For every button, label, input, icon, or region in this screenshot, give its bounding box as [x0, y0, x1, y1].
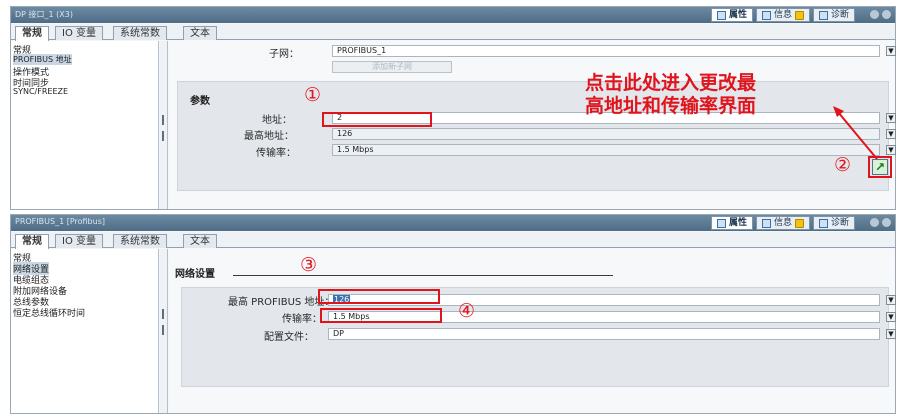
- tab-texts[interactable]: 文本: [183, 26, 217, 40]
- parameters-section: 参数 地址： 2 ▼ 最高地址： 126 ▼ 传输率： 1.5 Mbps ▼: [177, 81, 896, 191]
- maximize-icon[interactable]: [882, 10, 891, 19]
- chevron-down-icon[interactable]: ▼: [886, 295, 896, 305]
- tab-system-constants[interactable]: 系统常数: [113, 26, 167, 40]
- chevron-down-icon[interactable]: ▼: [886, 312, 896, 322]
- profile-label: 配置文件：: [264, 332, 314, 343]
- annotation-note: 点击此处进入更改最 高地址和传输率界面: [585, 72, 756, 118]
- chevron-down-icon[interactable]: ▼: [886, 113, 896, 123]
- address-label: 地址：: [262, 115, 292, 126]
- splitter[interactable]: [160, 249, 168, 413]
- panel-title: DP 接口_1 (X3): [15, 10, 73, 19]
- maximize-icon[interactable]: [882, 218, 891, 227]
- property-tabs: 常规 IO 变量 系统常数 文本: [11, 232, 895, 249]
- properties-icon: [716, 218, 726, 228]
- nav-item-constant-bus-cycle[interactable]: 恒定总线循环时间: [13, 306, 85, 319]
- info-icon: [761, 218, 771, 228]
- chevron-down-icon[interactable]: ▼: [886, 129, 896, 139]
- splitter-grip: [162, 325, 164, 335]
- network-settings-title: 网络设置: [175, 269, 215, 280]
- tab-io-tags[interactable]: IO 变量: [55, 26, 103, 40]
- baud-rate-label: 传输率：: [256, 148, 296, 159]
- annotation-step-4: ④: [458, 300, 476, 322]
- tab-diagnostics[interactable]: 诊断: [812, 8, 855, 22]
- properties-icon: [716, 10, 726, 20]
- highlight-highest-address-box: [318, 289, 440, 304]
- tab-general[interactable]: 常规: [15, 26, 49, 41]
- tab-general[interactable]: 常规: [15, 234, 49, 249]
- parameters-title: 参数: [190, 96, 210, 107]
- highest-address-field: 126: [332, 128, 880, 140]
- annotation-step-3: ③: [300, 254, 318, 276]
- annotation-step-1: ①: [304, 84, 322, 106]
- tab-info[interactable]: 信息: [755, 8, 810, 22]
- panel-title: PROFIBUS_1 [Profibus]: [15, 217, 105, 226]
- profile-select[interactable]: DP: [328, 328, 880, 340]
- tab-io-tags[interactable]: IO 变量: [55, 234, 103, 248]
- subnet-select[interactable]: PROFIBUS_1: [332, 45, 880, 57]
- chevron-down-icon[interactable]: ▼: [886, 145, 896, 155]
- splitter[interactable]: [160, 41, 168, 209]
- splitter-grip: [162, 131, 164, 141]
- subnet-properties-panel: PROFIBUS_1 [Profibus] 属性 信息 诊断 常规 IO 变量 …: [10, 214, 896, 414]
- panel-titlebar: DP 接口_1 (X3) 属性 信息 诊断: [11, 7, 895, 23]
- info-icon: [761, 10, 771, 20]
- highest-address-label: 最高地址：: [244, 131, 294, 142]
- diagnostics-icon: [818, 218, 828, 228]
- nav-item-sync-freeze[interactable]: SYNC/FREEZE: [13, 87, 68, 96]
- annotation-note-line1: 点击此处进入更改最: [585, 72, 757, 94]
- section-nav: 常规 PROFIBUS 地址 操作模式 时间同步 SYNC/FREEZE: [11, 41, 159, 209]
- tab-texts[interactable]: 文本: [183, 234, 217, 248]
- warning-icon: [794, 10, 804, 20]
- nav-item-profibus-address[interactable]: PROFIBUS 地址: [13, 54, 72, 65]
- splitter-grip: [162, 115, 164, 125]
- highlight-address-box: [322, 112, 432, 127]
- tab-diagnostics[interactable]: 诊断: [812, 216, 855, 230]
- goto-network-settings-arrow-icon[interactable]: ↗: [872, 159, 888, 175]
- diagnostics-icon: [818, 10, 828, 20]
- annotation-note-line2: 高地址和传输率界面: [585, 95, 757, 117]
- tab-system-constants[interactable]: 系统常数: [113, 234, 167, 248]
- subnet-label: 子网：: [269, 49, 299, 60]
- section-divider: [233, 275, 613, 276]
- minimize-icon[interactable]: [870, 10, 879, 19]
- tab-info[interactable]: 信息: [755, 216, 810, 230]
- splitter-grip: [162, 309, 164, 319]
- baud-rate-field: 1.5 Mbps: [332, 144, 880, 156]
- chevron-down-icon[interactable]: ▼: [886, 329, 896, 339]
- panel-titlebar: PROFIBUS_1 [Profibus] 属性 信息 诊断: [11, 215, 895, 231]
- network-settings-section: 最高 PROFIBUS 地址： 126 ▼ 传输率： 1.5 Mbps ▼ 配置…: [181, 287, 896, 387]
- chevron-down-icon[interactable]: ▼: [886, 46, 896, 56]
- tab-properties[interactable]: 属性: [710, 8, 753, 22]
- content-area: 子网： PROFIBUS_1 ▼ 添加新子网 参数 地址： 2 ▼ 最高地址： …: [169, 41, 896, 209]
- highlight-baud-rate-box: [320, 308, 442, 323]
- section-nav: 常规 网络设置 电缆组态 附加网络设备 总线参数 恒定总线循环时间: [11, 249, 159, 413]
- tab-properties[interactable]: 属性: [710, 216, 753, 230]
- content-area: 网络设置 最高 PROFIBUS 地址： 126 ▼ 传输率： 1.5 Mbps…: [169, 249, 896, 413]
- warning-icon: [794, 218, 804, 228]
- minimize-icon[interactable]: [870, 218, 879, 227]
- property-tabs: 常规 IO 变量 系统常数 文本: [11, 24, 895, 41]
- annotation-step-2: ②: [834, 154, 852, 176]
- add-subnet-button[interactable]: 添加新子网: [332, 61, 452, 73]
- device-properties-panel: DP 接口_1 (X3) 属性 信息 诊断 常规 IO 变量 系统常数 文本 常…: [10, 6, 896, 210]
- baud-rate-label: 传输率：: [282, 314, 322, 325]
